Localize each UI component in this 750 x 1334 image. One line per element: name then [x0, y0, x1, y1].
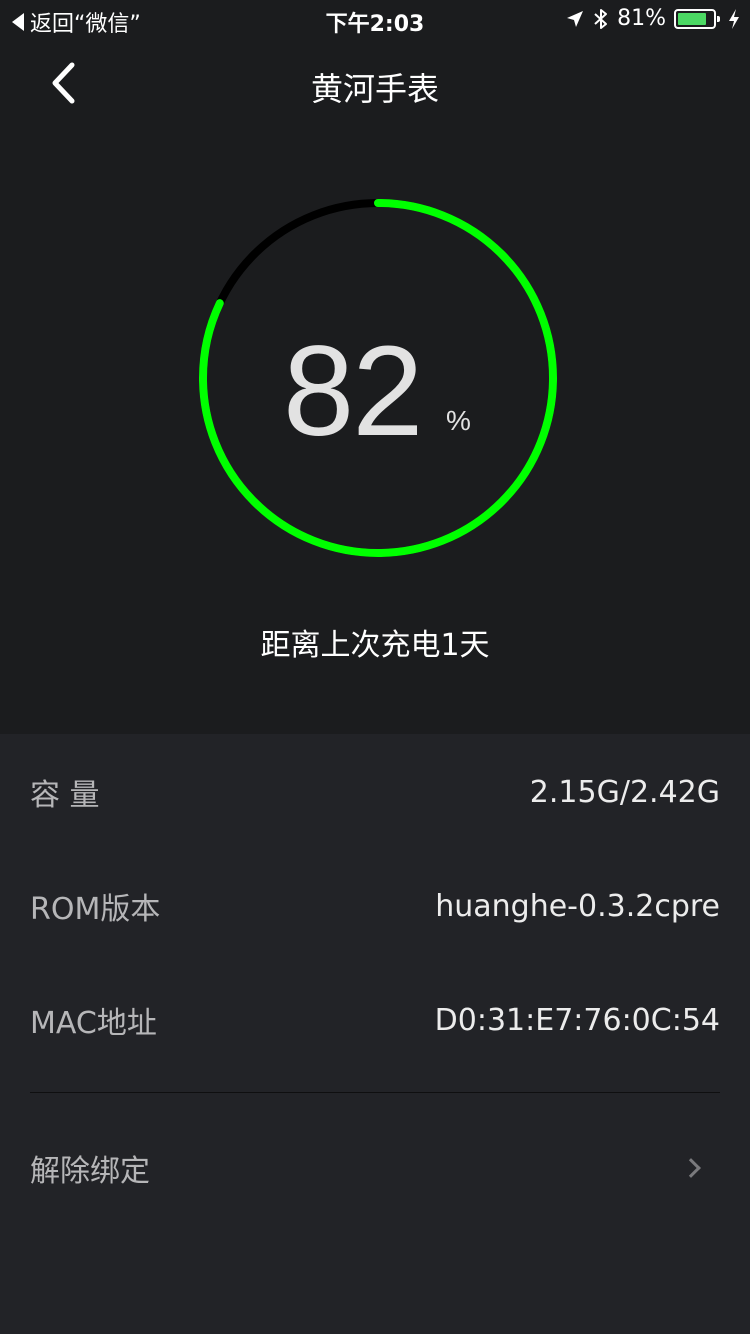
nav-bar: 黄河手表 — [0, 40, 750, 128]
mac-address-label: MAC地址 — [30, 1006, 157, 1041]
unbind-row[interactable]: 解除绑定 — [30, 1138, 720, 1198]
rom-version-row: ROM版本 huanghe-0.3.2cpre — [30, 876, 720, 936]
since-last-charge: 距离上次充电1天 — [260, 628, 490, 663]
battery-level-fill — [678, 12, 706, 25]
mac-address-value: D0:31:E7:76:0C:54 — [434, 1002, 720, 1038]
capacity-value: 2.15G/2.42G — [529, 774, 720, 810]
unbind-label: 解除绑定 — [30, 1154, 150, 1189]
location-icon — [567, 10, 584, 27]
battery-icon — [674, 8, 720, 29]
status-bar: 返回“微信” 下午2:03 81% — [0, 0, 750, 40]
divider — [30, 1092, 720, 1093]
capacity-row: 容 量 2.15G/2.42G — [30, 762, 720, 822]
battery-percent: 81% — [617, 6, 666, 31]
battery-gauge — [199, 199, 557, 557]
mac-address-row: MAC地址 D0:31:E7:76:0C:54 — [30, 990, 720, 1050]
status-right: 81% — [565, 6, 740, 31]
page-title: 黄河手表 — [310, 70, 439, 108]
chevron-right-icon — [681, 1158, 701, 1178]
rom-version-value: huanghe-0.3.2cpre — [435, 888, 720, 924]
rom-version-label: ROM版本 — [30, 892, 161, 927]
capacity-label: 容 量 — [30, 778, 100, 813]
charging-bolt-icon — [729, 8, 739, 29]
bluetooth-icon — [594, 8, 608, 29]
